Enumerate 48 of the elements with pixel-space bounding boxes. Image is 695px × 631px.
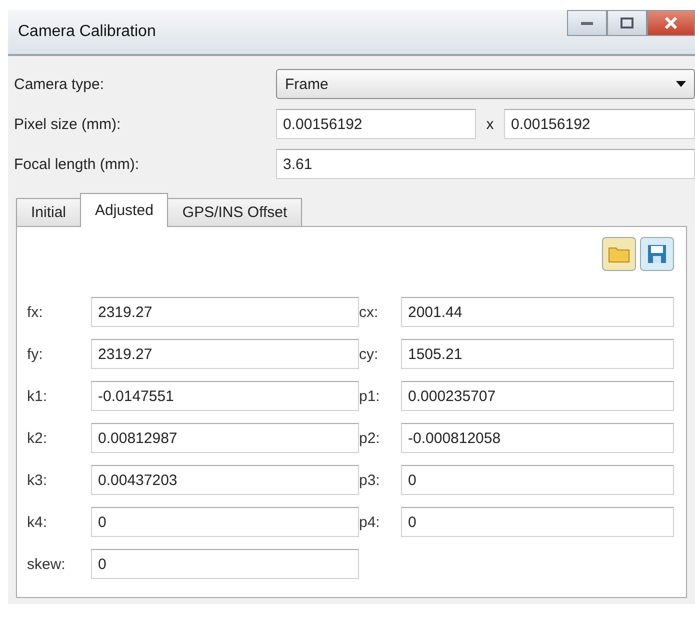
input-field[interactable]: 0 (401, 507, 674, 537)
maximize-icon (620, 17, 634, 29)
close-icon (664, 17, 678, 29)
input-field[interactable]: -0.000812058 (401, 423, 674, 453)
parameter-label: p4: (359, 514, 381, 530)
input-field[interactable]: 0.00156192 (504, 109, 695, 139)
parameter-label: p1: (359, 388, 381, 404)
parameter-label: k1: (27, 388, 48, 404)
maximize-button[interactable] (607, 10, 647, 36)
input-field[interactable]: 2001.44 (401, 297, 674, 327)
input-field[interactable]: 2319.27 (91, 339, 359, 369)
parameter-label: skew: (27, 556, 66, 572)
field-label: Focal length (mm): (13, 156, 140, 172)
parameter-label: fx: (27, 304, 44, 320)
save-button[interactable] (640, 237, 674, 271)
input-field[interactable]: 0.00437203 (91, 465, 359, 495)
separator-text: x (485, 116, 495, 132)
dropdown-arrow-icon (676, 81, 686, 87)
input-field[interactable]: 0 (91, 549, 359, 579)
window-title: Camera Calibration (17, 23, 156, 41)
input-field[interactable]: -0.0147551 (91, 381, 359, 411)
camera-type-dropdown[interactable]: Frame (276, 69, 695, 99)
input-field[interactable]: 0.000235707 (401, 381, 674, 411)
input-field[interactable]: 0.00812987 (91, 423, 359, 453)
field-label: Pixel size (mm): (13, 116, 122, 132)
parameter-label: p2: (359, 430, 381, 446)
tab[interactable]: GPS/INS Offset (167, 198, 302, 226)
input-field[interactable]: 1505.21 (401, 339, 674, 369)
parameter-label: p3: (359, 472, 381, 488)
parameter-label: cx: (359, 304, 380, 320)
close-button[interactable] (647, 10, 695, 36)
tab[interactable]: Adjusted (80, 193, 168, 227)
tab[interactable]: Initial (16, 198, 82, 226)
input-field[interactable]: 0 (91, 507, 359, 537)
parameter-label: k3: (27, 472, 48, 488)
input-field[interactable]: 3.61 (276, 149, 695, 179)
parameter-label: k2: (27, 430, 48, 446)
minimize-button[interactable] (567, 10, 607, 36)
save-icon (647, 244, 667, 264)
parameter-label: fy: (27, 346, 44, 362)
input-field[interactable]: 0 (401, 465, 674, 495)
folder-icon (608, 245, 630, 263)
minimize-icon (580, 20, 594, 26)
parameter-label: k4: (27, 514, 48, 530)
parameter-label: cy: (359, 346, 380, 362)
input-field[interactable]: 0.00156192 (276, 109, 476, 139)
field-label: Camera type: (13, 76, 106, 92)
input-field[interactable]: 2319.27 (91, 297, 359, 327)
